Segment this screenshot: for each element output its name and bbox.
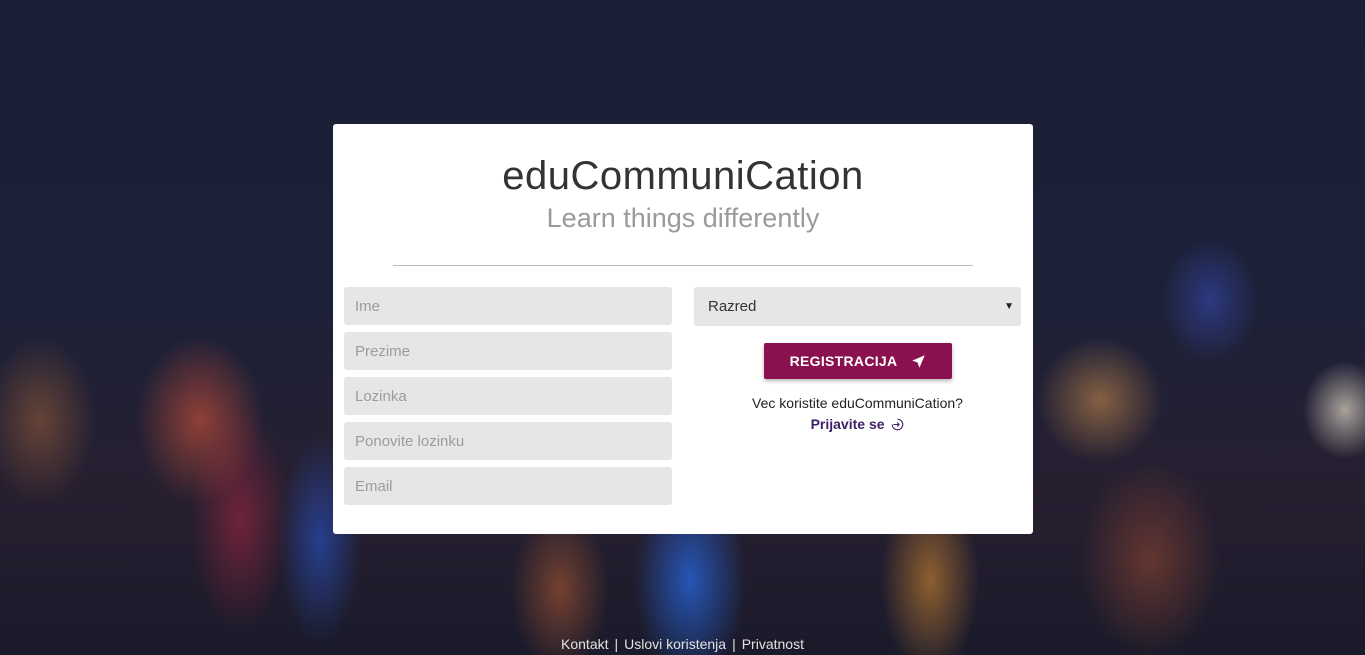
email-input[interactable] [344, 467, 672, 505]
send-icon [912, 354, 926, 368]
footer-link-contact[interactable]: Kontakt [561, 636, 608, 652]
footer-separator: | [732, 636, 736, 652]
password-input[interactable] [344, 377, 672, 415]
footer: Kontakt | Uslovi koristenja | Privatnost [0, 636, 1365, 652]
footer-link-privacy[interactable]: Privatnost [742, 636, 804, 652]
grade-select-value: Razred [708, 298, 757, 315]
login-link[interactable]: Prijavite se [694, 416, 1021, 432]
already-registered-text: Vec koristite eduCommuniCation? [752, 395, 963, 411]
divider [393, 265, 973, 266]
footer-separator: | [614, 636, 619, 652]
first-name-input[interactable] [344, 287, 672, 325]
login-link-label: Prijavite se [810, 416, 885, 432]
brand-tagline: Learn things differently [546, 203, 820, 233]
sign-in-icon [892, 418, 904, 431]
last-name-input[interactable] [344, 332, 672, 370]
footer-link-terms[interactable]: Uslovi koristenja [624, 636, 726, 652]
grade-select[interactable]: Razred ▼ [694, 287, 1021, 326]
register-button-label: REGISTRACIJA [789, 353, 898, 369]
caret-down-icon: ▼ [1004, 301, 1014, 312]
register-button[interactable]: REGISTRACIJA [764, 343, 952, 379]
brand-title: eduCommuniCation [502, 154, 864, 198]
repeat-password-input[interactable] [344, 422, 672, 460]
registration-card: eduCommuniCation Learn things differentl… [333, 124, 1033, 534]
